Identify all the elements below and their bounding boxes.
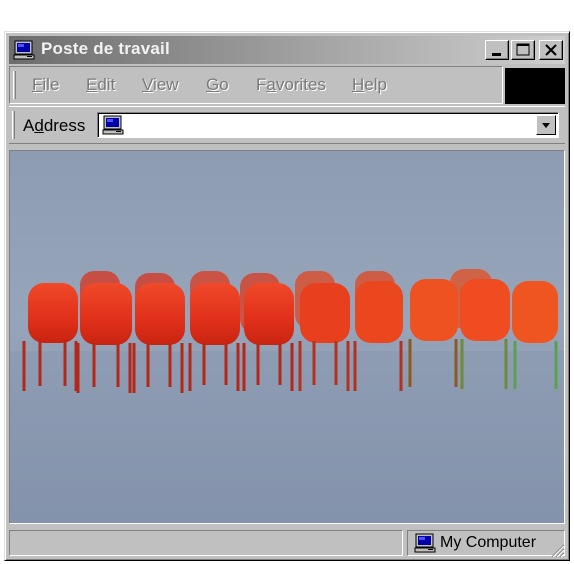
menu-view[interactable]: View xyxy=(142,75,179,95)
status-bar: My Computer xyxy=(9,528,565,558)
explorer-window: Poste de travail File Edit View Go Favor… xyxy=(4,31,570,561)
menu-help[interactable]: Help xyxy=(352,75,387,95)
resize-grip-icon[interactable] xyxy=(549,542,565,558)
status-zone-pane: My Computer xyxy=(407,530,565,556)
menu-bar: File Edit View Go Favorites Help xyxy=(9,66,503,104)
status-text-pane xyxy=(9,530,403,556)
address-input[interactable] xyxy=(97,112,559,138)
my-computer-icon xyxy=(13,40,35,60)
close-button[interactable] xyxy=(539,40,563,60)
minimize-button[interactable] xyxy=(485,40,509,60)
my-computer-icon xyxy=(101,115,125,135)
maximize-icon xyxy=(516,43,530,56)
close-icon xyxy=(545,44,557,56)
minimize-icon xyxy=(492,53,501,56)
content-view xyxy=(9,150,565,524)
menu-favorites[interactable]: Favorites xyxy=(256,75,326,95)
chairs-image xyxy=(10,151,564,523)
address-dropdown-button[interactable] xyxy=(536,115,556,135)
throbber-logo xyxy=(505,68,565,104)
status-zone-label: My Computer xyxy=(440,534,537,551)
my-computer-icon xyxy=(414,533,436,553)
address-bar: Address xyxy=(9,106,565,144)
menu-go[interactable]: Go xyxy=(206,75,229,95)
title-bar[interactable]: Poste de travail xyxy=(9,36,565,64)
address-label: Address xyxy=(23,116,86,135)
menu-file[interactable]: File xyxy=(32,75,59,95)
maximize-button[interactable] xyxy=(511,40,535,60)
window-title: Poste de travail xyxy=(41,39,170,58)
menu-edit[interactable]: Edit xyxy=(86,75,115,95)
toolbar-grip[interactable] xyxy=(13,71,16,99)
address-grip[interactable] xyxy=(12,111,15,139)
chevron-down-icon xyxy=(542,123,550,128)
